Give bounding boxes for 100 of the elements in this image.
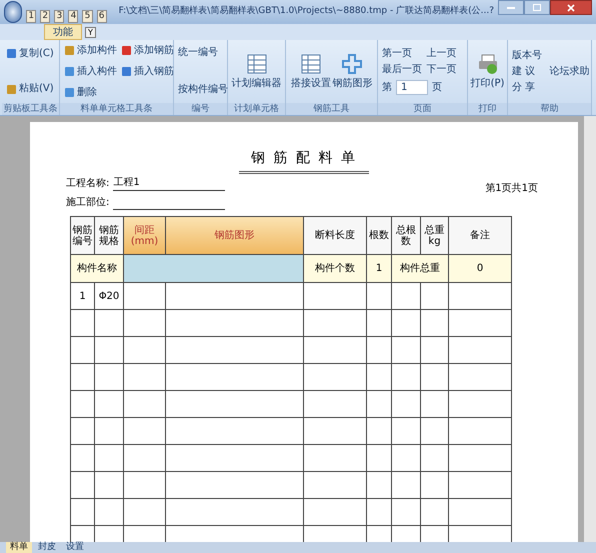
table-cell [449, 337, 512, 364]
quick-access-button[interactable]: 5 [82, 10, 93, 22]
quick-access-button[interactable]: 6 [96, 10, 107, 22]
name-input-cell[interactable] [124, 255, 304, 283]
table-cell [367, 445, 392, 472]
table-cell [367, 391, 392, 418]
field-label: 工程名称: [66, 177, 110, 191]
ribbon-button[interactable]: 添加钢筋 [121, 40, 174, 61]
table-cell [95, 337, 124, 364]
ribbon-button[interactable]: 统一编号 [178, 40, 228, 66]
group-label: 打印 [468, 103, 507, 115]
sheet-tab[interactable]: 设置 [62, 542, 88, 553]
table-cell [95, 472, 124, 499]
table-cell [392, 472, 421, 499]
table-cell [449, 364, 512, 391]
table-cell [367, 283, 392, 310]
table-cell: Φ20 [95, 283, 124, 310]
ribbon-tab[interactable]: 功能 [44, 24, 82, 40]
sheet-title: 钢 筋 配 料 单 [239, 148, 369, 174]
ribbon-button[interactable]: 钢筋图形 [332, 53, 372, 90]
table-cell [124, 310, 166, 337]
table-cell [421, 418, 449, 445]
page-number-field[interactable]: 1 [396, 80, 428, 95]
table-cell: 构件总重 [392, 255, 449, 283]
table-cell [124, 337, 166, 364]
column-header: 钢筋规格 [95, 217, 124, 255]
sheet-tab[interactable]: 料单 [6, 542, 32, 553]
table-cell [367, 472, 392, 499]
table-cell [421, 337, 449, 364]
table-cell [421, 445, 449, 472]
table-cell [449, 310, 512, 337]
ribbon-button[interactable]: 搭接设置 [290, 53, 331, 90]
table-cell: 1 [367, 255, 392, 283]
table-cell [392, 337, 421, 364]
ribbon-button[interactable]: 计划编辑器 [232, 53, 282, 90]
column-header: 备注 [449, 217, 512, 255]
vertical-scrollbar[interactable] [584, 116, 596, 542]
table-cell [304, 310, 367, 337]
table-cell [95, 445, 124, 472]
column-header: 钢筋编号 [71, 217, 95, 255]
page-info: 第1页共1页 [485, 182, 538, 196]
ribbon-button[interactable]: 插入构件 [64, 61, 117, 82]
table-cell [392, 499, 421, 526]
table-cell [124, 364, 166, 391]
table-cell: 0 [449, 255, 512, 283]
sheet-tab[interactable]: 封皮 [34, 542, 60, 553]
table-cell [449, 391, 512, 418]
minimize-button[interactable] [498, 0, 524, 15]
table-cell [449, 418, 512, 445]
table-cell [95, 391, 124, 418]
ribbon-button[interactable]: 论坛求助 [550, 66, 587, 78]
group-label: 帮助 [508, 103, 591, 115]
quick-access-button[interactable]: 2 [40, 10, 50, 22]
quick-access-button[interactable]: 1 [26, 10, 36, 22]
table-cell [124, 472, 166, 499]
close-button[interactable] [550, 0, 592, 15]
printer-icon [476, 53, 498, 75]
maximize-button[interactable] [524, 0, 550, 15]
ribbon-button[interactable]: 上一页 [426, 48, 463, 60]
table-cell [304, 337, 367, 364]
ribbon-button[interactable]: 插入钢筋 [121, 61, 174, 82]
ribbon-button[interactable]: 打印(P) [470, 53, 504, 90]
quick-access-button[interactable]: 4 [68, 10, 78, 22]
tool-icon [121, 66, 132, 77]
column-header: 总重kg [421, 217, 449, 255]
table-cell [421, 364, 449, 391]
table-cell [449, 445, 512, 472]
table-cell [95, 418, 124, 445]
table-cell: 构件名称 [71, 255, 124, 283]
table-cell [304, 499, 367, 526]
ribbon-button[interactable]: 第一页 [382, 48, 418, 60]
ribbon-button[interactable]: 删除 [64, 82, 117, 103]
ribbon-button[interactable]: 粘贴(V) [6, 76, 55, 103]
table-cell [421, 391, 449, 418]
table-cell [367, 310, 392, 337]
ribbon-button[interactable]: 按构件编号 [178, 78, 228, 103]
table-cell [449, 499, 512, 526]
table-icon [300, 53, 322, 75]
ribbon-button[interactable]: 建 议 [512, 66, 550, 78]
table-cell [449, 283, 512, 310]
tool-icon [64, 45, 75, 56]
table-cell [304, 445, 367, 472]
ribbon-button[interactable]: 下一页 [426, 64, 463, 76]
table-cell [392, 445, 421, 472]
cross-shape-icon [341, 53, 364, 75]
tool-icon [64, 66, 75, 77]
column-header: 总根数 [392, 217, 421, 255]
table-cell [421, 283, 449, 310]
app-menu-button[interactable] [4, 1, 22, 23]
table-cell [421, 499, 449, 526]
table-cell [95, 364, 124, 391]
quick-access-button[interactable]: 3 [54, 10, 64, 22]
ribbon-button[interactable]: 分 享 [512, 82, 550, 94]
ribbon-button[interactable]: 添加构件 [64, 40, 117, 61]
table-cell [392, 418, 421, 445]
ribbon-button[interactable]: 版本号 [512, 50, 587, 62]
table-cell [421, 472, 449, 499]
ribbon-button[interactable]: 复制(C) [6, 40, 55, 68]
table-cell [392, 364, 421, 391]
key-tip: Y [85, 27, 96, 38]
